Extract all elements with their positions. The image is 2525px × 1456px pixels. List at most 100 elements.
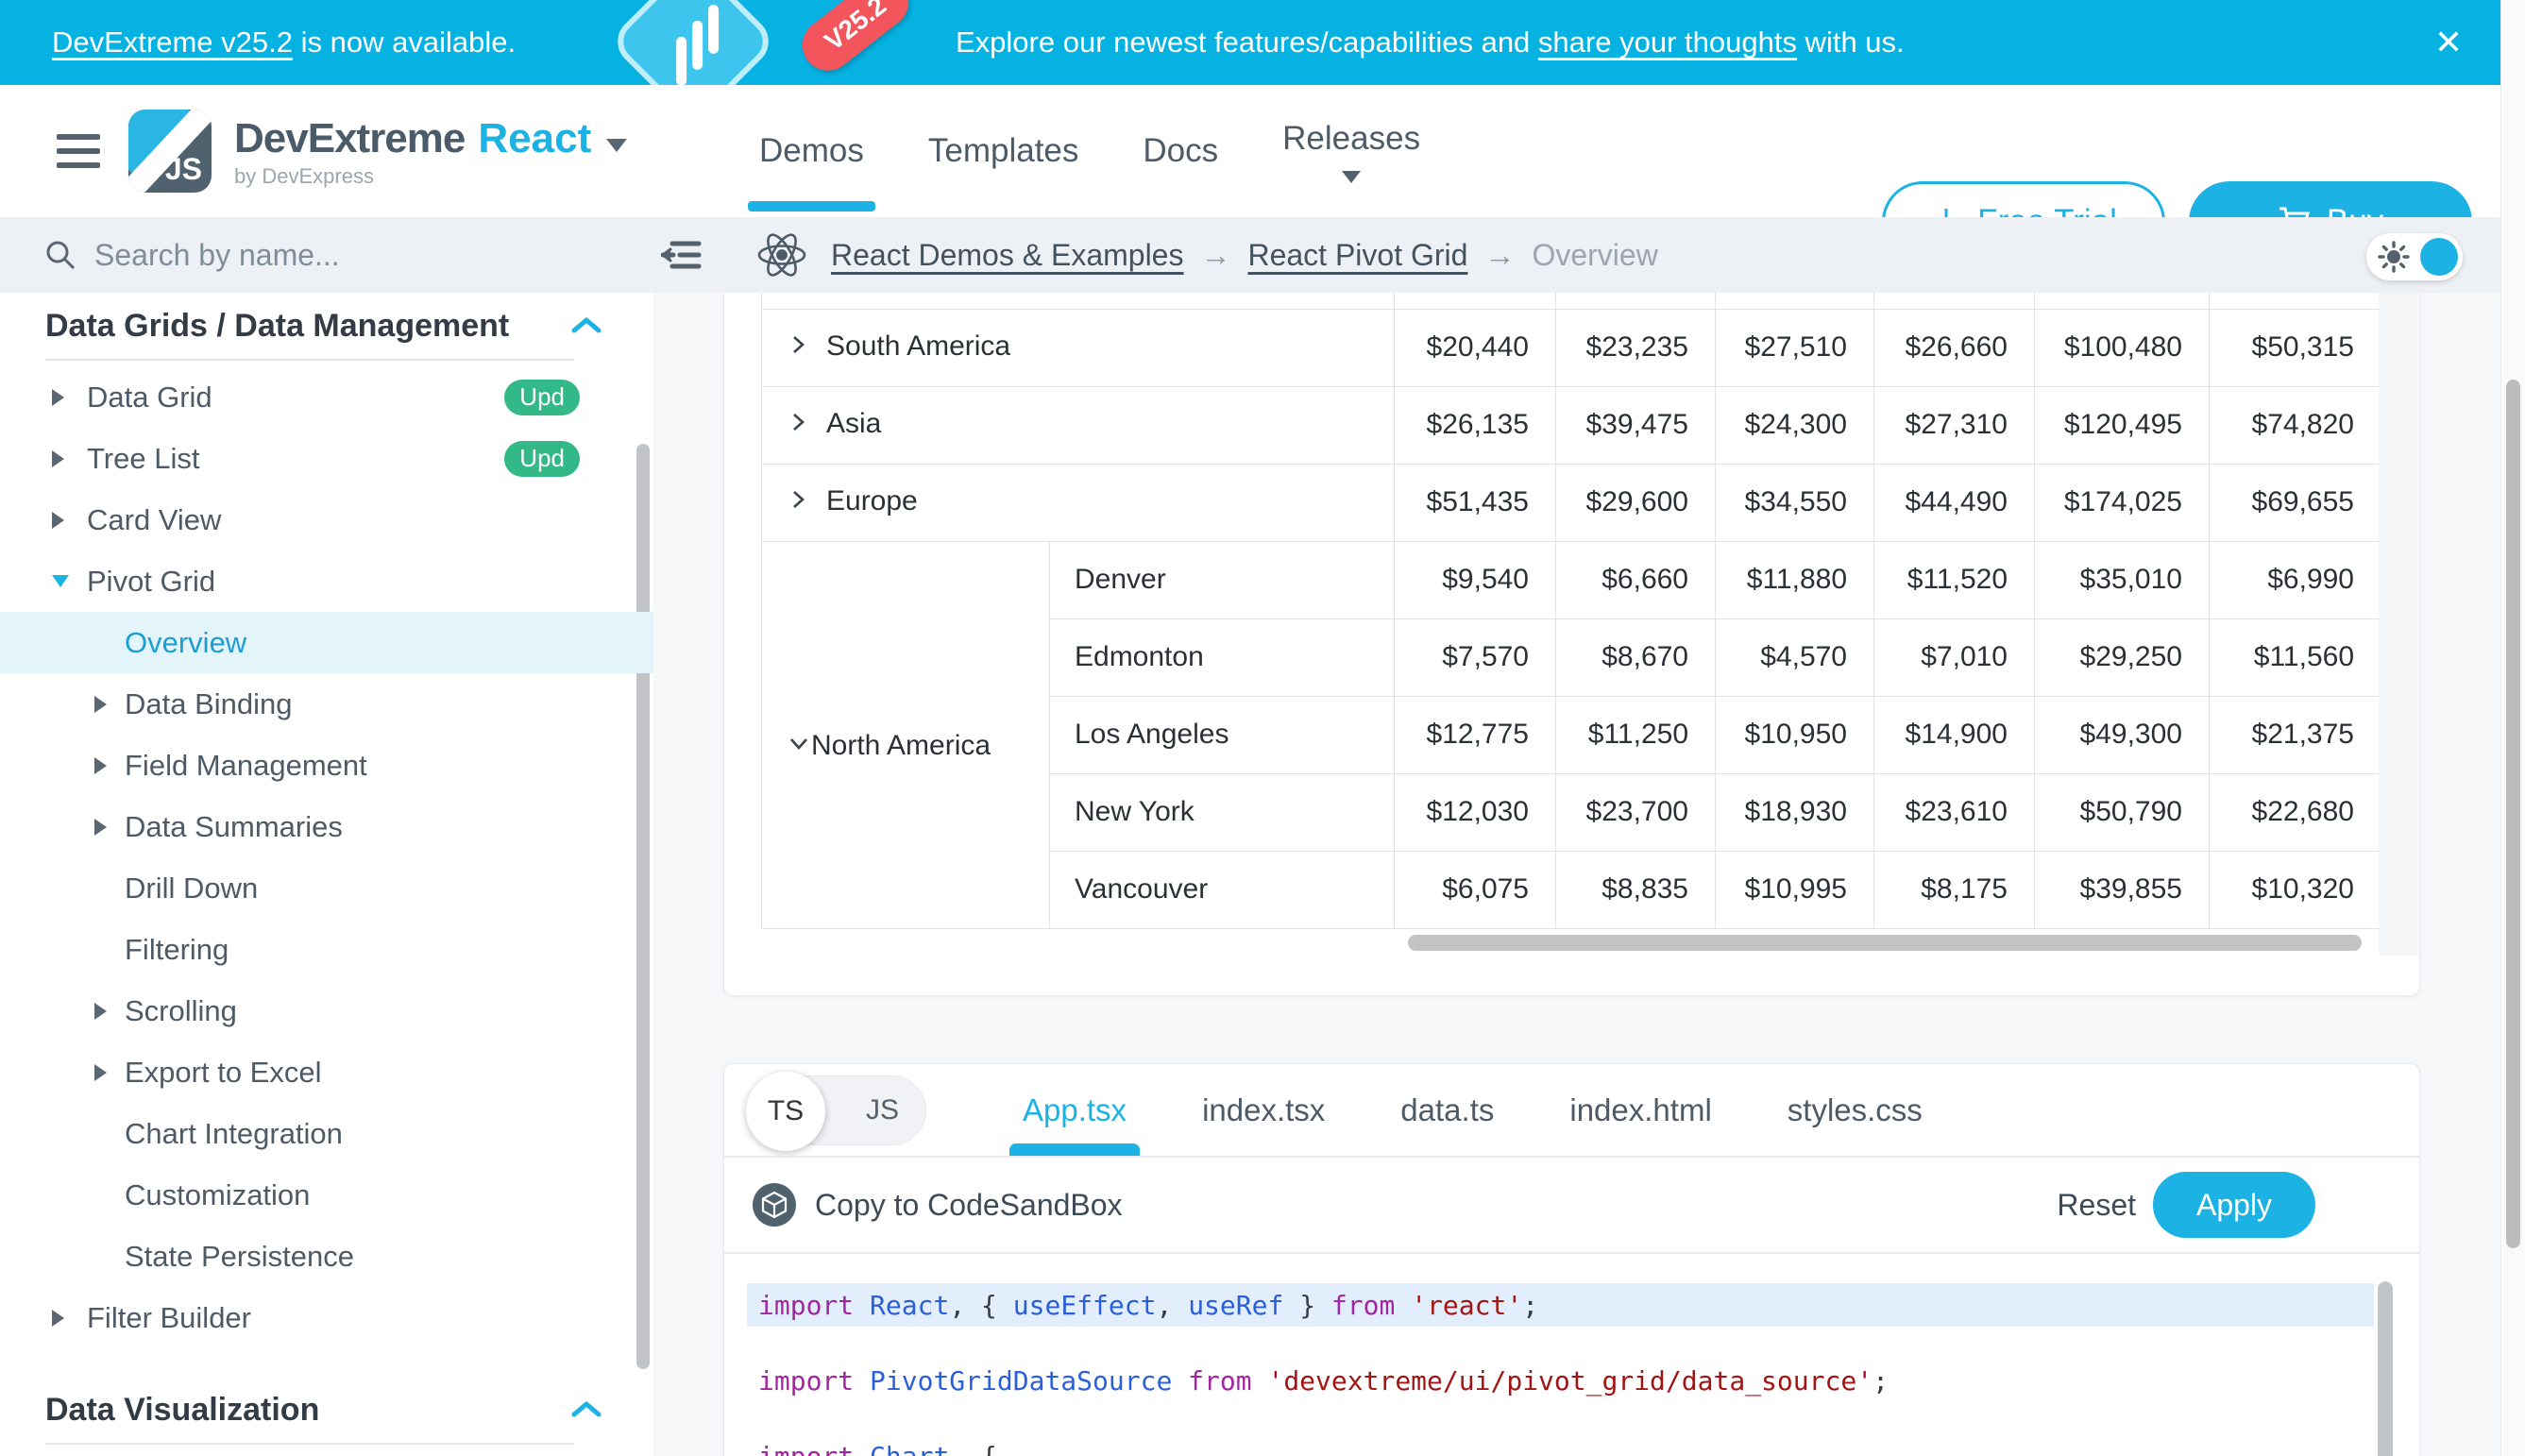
expand-arrow-icon[interactable]: [94, 757, 107, 774]
banner-version-link[interactable]: DevExtreme v25.2: [52, 25, 293, 59]
pivot-cell: $100,480: [2035, 309, 2210, 386]
code-editor[interactable]: import React, { useEffect, useRef } from…: [724, 1252, 2419, 1456]
file-tab-index-html[interactable]: index.html: [1569, 1064, 1711, 1156]
sidebar-item-export-to-excel[interactable]: Export to Excel: [0, 1041, 653, 1103]
code-scrollbar[interactable]: [2378, 1281, 2393, 1456]
devextreme-js-logo[interactable]: JS: [128, 110, 212, 193]
nav-item-releases[interactable]: Releases: [1282, 85, 1420, 217]
file-tab-styles-css[interactable]: styles.css: [1788, 1064, 1923, 1156]
pivot-horizontal-scrollbar[interactable]: [761, 929, 2381, 957]
share-your-thoughts-link[interactable]: share your thoughts: [1538, 25, 1797, 59]
page-scrollbar[interactable]: [2500, 0, 2525, 1456]
chevron-down-icon[interactable]: [787, 732, 811, 754]
sidebar-item-chart-integration[interactable]: Chart Integration: [0, 1103, 653, 1164]
framework-chevron-down-icon[interactable]: [606, 139, 627, 152]
sidebar-item-tree-list[interactable]: Tree ListUpd: [0, 428, 653, 489]
search-input[interactable]: [94, 238, 548, 273]
sidebar-item-data-summaries[interactable]: Data Summaries: [0, 796, 653, 857]
hamburger-menu-icon[interactable]: [57, 134, 100, 177]
sidebar-item-scrolling[interactable]: Scrolling: [0, 980, 653, 1041]
pivot-cell: $23,700: [1556, 773, 1716, 851]
pivot-city-header[interactable]: Los Angeles: [1050, 696, 1395, 773]
page-scrollbar-thumb[interactable]: [2506, 380, 2520, 1248]
chevron-right-icon[interactable]: [787, 487, 809, 512]
reset-button[interactable]: Reset: [2057, 1188, 2136, 1223]
pivot-cell: $39,855: [2035, 851, 2210, 928]
sidebar-item-field-management[interactable]: Field Management: [0, 735, 653, 796]
expand-arrow-icon[interactable]: [52, 450, 64, 467]
chevron-up-icon: [570, 1399, 602, 1420]
brand-byline: by DevExpress: [234, 164, 627, 189]
ts-option[interactable]: TS: [746, 1072, 825, 1151]
brand-block[interactable]: DevExtreme React by DevExpress: [234, 115, 627, 189]
sidebar-item-filtering[interactable]: Filtering: [0, 919, 653, 980]
sidebar-item-data-binding[interactable]: Data Binding: [0, 673, 653, 735]
nav-item-docs[interactable]: Docs: [1143, 85, 1218, 217]
pivot-city-header[interactable]: Edmonton: [1050, 618, 1395, 696]
sidebar-item-filter-builder[interactable]: Filter Builder: [0, 1287, 653, 1348]
breadcrumb-arrow: →: [1484, 238, 1515, 273]
pivot-row-header[interactable]: South America: [762, 309, 1395, 386]
pivot-cell: $23,235: [1556, 309, 1716, 386]
pivot-cell: $24,300: [1716, 386, 1874, 464]
file-tab-data-ts[interactable]: data.ts: [1400, 1064, 1494, 1156]
sidebar-search[interactable]: [43, 217, 548, 293]
code-panel-card: TS JS App.tsx index.tsx data.ts index.html s…: [723, 1063, 2420, 1456]
sidebar-item-drill-down[interactable]: Drill Down: [0, 857, 653, 919]
sidebar-item-data-grid[interactable]: Data GridUpd: [0, 366, 653, 428]
updated-badge: Upd: [504, 441, 580, 477]
pivot-cell: $6,075: [1395, 851, 1556, 928]
copy-to-codesandbox-button[interactable]: Copy to CodeSandBox: [753, 1183, 1123, 1227]
pivot-cell: $120,495: [2035, 386, 2210, 464]
expand-arrow-icon[interactable]: [94, 1064, 107, 1081]
pivot-cell: $69,655: [2210, 464, 2381, 541]
sidebar-item-state-persistence[interactable]: State Persistence: [0, 1226, 653, 1287]
expand-arrow-icon[interactable]: [94, 819, 107, 836]
pivot-row-header-expanded[interactable]: North America: [762, 541, 1050, 928]
pivot-cell: $12,775: [1395, 696, 1556, 773]
nav-item-demos[interactable]: Demos: [759, 85, 864, 217]
file-tab-index-tsx[interactable]: index.tsx: [1202, 1064, 1325, 1156]
sidebar-item-card-view[interactable]: Card View: [0, 489, 653, 550]
theme-toggle[interactable]: [2366, 233, 2463, 280]
file-tab-app-tsx[interactable]: App.tsx: [1023, 1064, 1127, 1156]
pivot-cell: $27,310: [1874, 386, 2035, 464]
js-option[interactable]: JS: [866, 1094, 899, 1126]
expand-arrow-icon[interactable]: [94, 1003, 107, 1020]
ts-js-switch[interactable]: TS JS: [747, 1075, 926, 1145]
breadcrumb-item[interactable]: React Demos & Examples: [831, 238, 1183, 273]
pivot-cell: $9,540: [1395, 541, 1556, 618]
main-content: South America$20,440$23,235$27,510$26,66…: [653, 293, 2525, 1456]
expand-arrow-icon[interactable]: [94, 696, 107, 713]
pivot-cell: $39,475: [1556, 386, 1716, 464]
expand-arrow-icon[interactable]: [52, 1310, 64, 1327]
breadcrumb-item[interactable]: React Pivot Grid: [1247, 238, 1467, 273]
pivot-city-header[interactable]: Denver: [1050, 541, 1395, 618]
collapse-arrow-icon[interactable]: [52, 575, 69, 587]
expand-arrow-icon[interactable]: [52, 512, 64, 529]
app-header: JS DevExtreme React by DevExpress Demos T…: [0, 85, 2525, 217]
sidebar-item-pivot-grid[interactable]: Pivot Grid: [0, 550, 653, 612]
collapse-sidebar-icon[interactable]: [661, 236, 703, 274]
theme-toggle-knob[interactable]: [2420, 238, 2458, 276]
chevron-right-icon[interactable]: [787, 332, 809, 357]
banner-message: Explore our newest features/capabilities…: [956, 0, 1905, 85]
sidebar-section-data-visualization[interactable]: Data Visualization: [0, 1377, 653, 1443]
expand-arrow-icon[interactable]: [52, 389, 64, 406]
pivot-row-header[interactable]: Asia: [762, 386, 1395, 464]
nav-chevron-down-icon: [1342, 171, 1361, 183]
sidebar-item-customization[interactable]: Customization: [0, 1164, 653, 1226]
pivot-row-clipped: [762, 293, 2381, 309]
pivot-city-header[interactable]: Vancouver: [1050, 851, 1395, 928]
sidebar-section-data-grids-data-management[interactable]: Data Grids / Data Management: [0, 293, 653, 359]
pivot-city-header[interactable]: New York: [1050, 773, 1395, 851]
apply-button[interactable]: Apply: [2153, 1172, 2315, 1238]
pivot-row-header[interactable]: Europe: [762, 464, 1395, 541]
pivot-cell: $35,010: [2035, 541, 2210, 618]
chevron-right-icon[interactable]: [787, 410, 809, 434]
nav-item-templates[interactable]: Templates: [928, 85, 1079, 217]
code-tabs-row: TS JS App.tsx index.tsx data.ts index.html s…: [724, 1064, 2419, 1156]
banner-close-icon[interactable]: ✕: [2434, 0, 2463, 85]
updated-badge: Upd: [504, 380, 580, 415]
sidebar-item-overview[interactable]: Overview: [0, 612, 653, 673]
